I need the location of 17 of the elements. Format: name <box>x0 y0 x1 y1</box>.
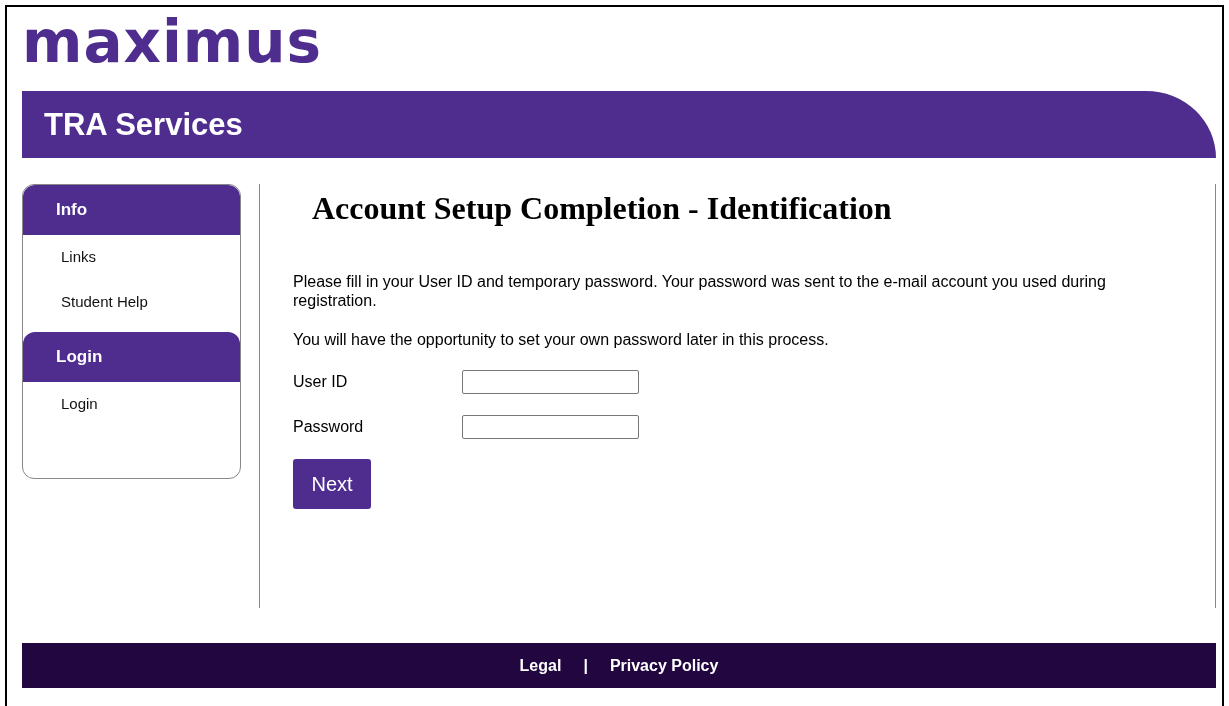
field-label: Password <box>293 417 365 436</box>
field-label: User ID <box>293 372 349 391</box>
sidebar-heading: Login <box>23 332 240 382</box>
input-field[interactable] <box>462 414 639 439</box>
sidebar-link[interactable]: Login <box>61 395 98 412</box>
instruction-text: Please fill in your User ID and temporary password. Your password was sent to the e-mail account you used during registration. <box>293 272 1107 310</box>
next-button[interactable]: Next <box>293 459 371 509</box>
site-title: TRA Services <box>44 106 243 143</box>
sidebar-link[interactable]: Links <box>61 248 97 265</box>
instruction-text: You will have the opportunity to set your own password later in this process. <box>293 330 830 349</box>
sidebar-heading: Info <box>23 185 240 235</box>
input-field[interactable] <box>462 369 639 394</box>
separator-text: | <box>583 656 588 675</box>
sidebar-link[interactable]: Student Help <box>61 293 148 310</box>
footer-link[interactable]: Privacy Policy <box>609 656 719 675</box>
page-title: Account Setup Completion - Identification <box>312 190 893 227</box>
footer-link[interactable]: Legal <box>519 656 562 675</box>
